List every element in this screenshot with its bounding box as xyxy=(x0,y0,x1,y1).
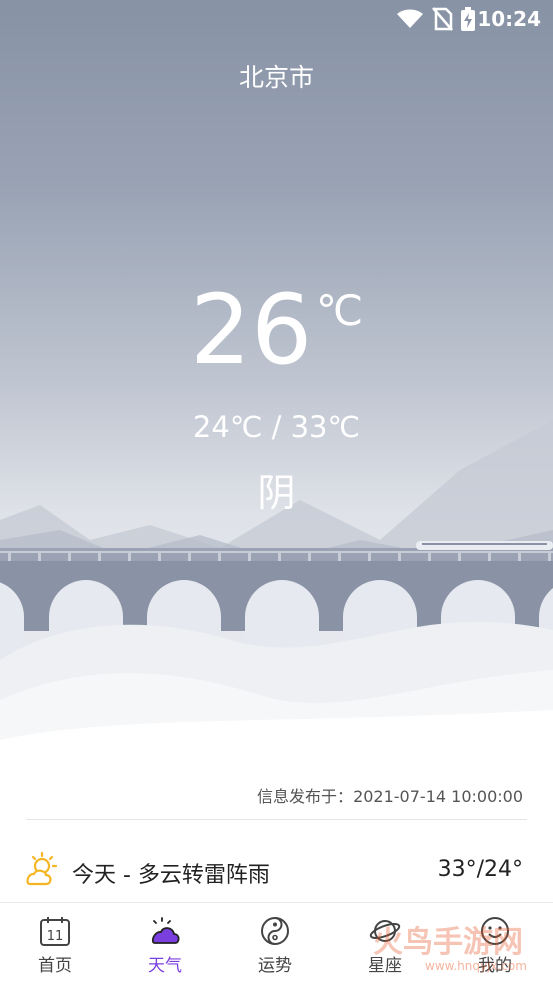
tab-horoscope[interactable]: 星座 xyxy=(330,903,440,983)
temperature-range: 24℃ / 33℃ xyxy=(192,410,361,444)
tab-horoscope-label: 星座 xyxy=(368,956,402,976)
bottom-tab-bar: 11 首页 天气 运势 星座 我的 xyxy=(0,902,553,983)
tab-fortune-label: 运势 xyxy=(258,956,292,976)
weather-hero xyxy=(0,0,553,780)
tab-home-label: 首页 xyxy=(38,956,72,976)
status-bar: 10:24 xyxy=(0,0,553,38)
current-temperature: 26 xyxy=(190,274,313,386)
weather-cloud-icon xyxy=(149,915,181,947)
yin-yang-icon xyxy=(259,915,291,947)
publish-label: 信息发布于： xyxy=(257,787,354,806)
temperature-unit: ℃ xyxy=(316,286,364,335)
tab-home[interactable]: 11 首页 xyxy=(0,903,110,983)
publish-time: 2021-07-14 10:00:00 xyxy=(353,787,523,806)
status-time: 10:24 xyxy=(477,7,541,31)
battery-charging-icon xyxy=(461,7,475,35)
tab-profile[interactable]: 我的 xyxy=(440,903,550,983)
publish-info: 信息发布于：2021-07-14 10:00:00 xyxy=(257,783,523,807)
tab-weather-label: 天气 xyxy=(148,956,182,976)
city-name[interactable]: 北京市 xyxy=(0,58,553,94)
tab-profile-label: 我的 xyxy=(478,956,512,976)
forecast-row-today[interactable]: 今天 - 多云转雷阵雨 33°/24° xyxy=(0,838,553,894)
tab-weather[interactable]: 天气 xyxy=(110,903,220,983)
planet-icon xyxy=(369,915,401,947)
forecast-text: 今天 - 多云转雷阵雨 xyxy=(72,863,270,888)
divider xyxy=(26,819,527,820)
no-sim-icon xyxy=(431,7,453,35)
forecast-temps: 33°/24° xyxy=(437,857,523,882)
weather-condition: 阴 xyxy=(257,471,296,515)
tab-fortune[interactable]: 运势 xyxy=(220,903,330,983)
calendar-icon: 11 xyxy=(39,915,71,947)
landscape-illustration xyxy=(0,420,553,780)
weather-screen: 10:24 北京市 26 ℃ 24℃ / 33℃ 阴 信息发布于：2021-07… xyxy=(0,0,553,983)
status-icons xyxy=(397,7,475,35)
partly-cloudy-icon xyxy=(22,851,60,892)
wifi-icon xyxy=(397,9,423,33)
svg-text:11: 11 xyxy=(47,929,64,944)
smile-icon xyxy=(479,915,511,947)
